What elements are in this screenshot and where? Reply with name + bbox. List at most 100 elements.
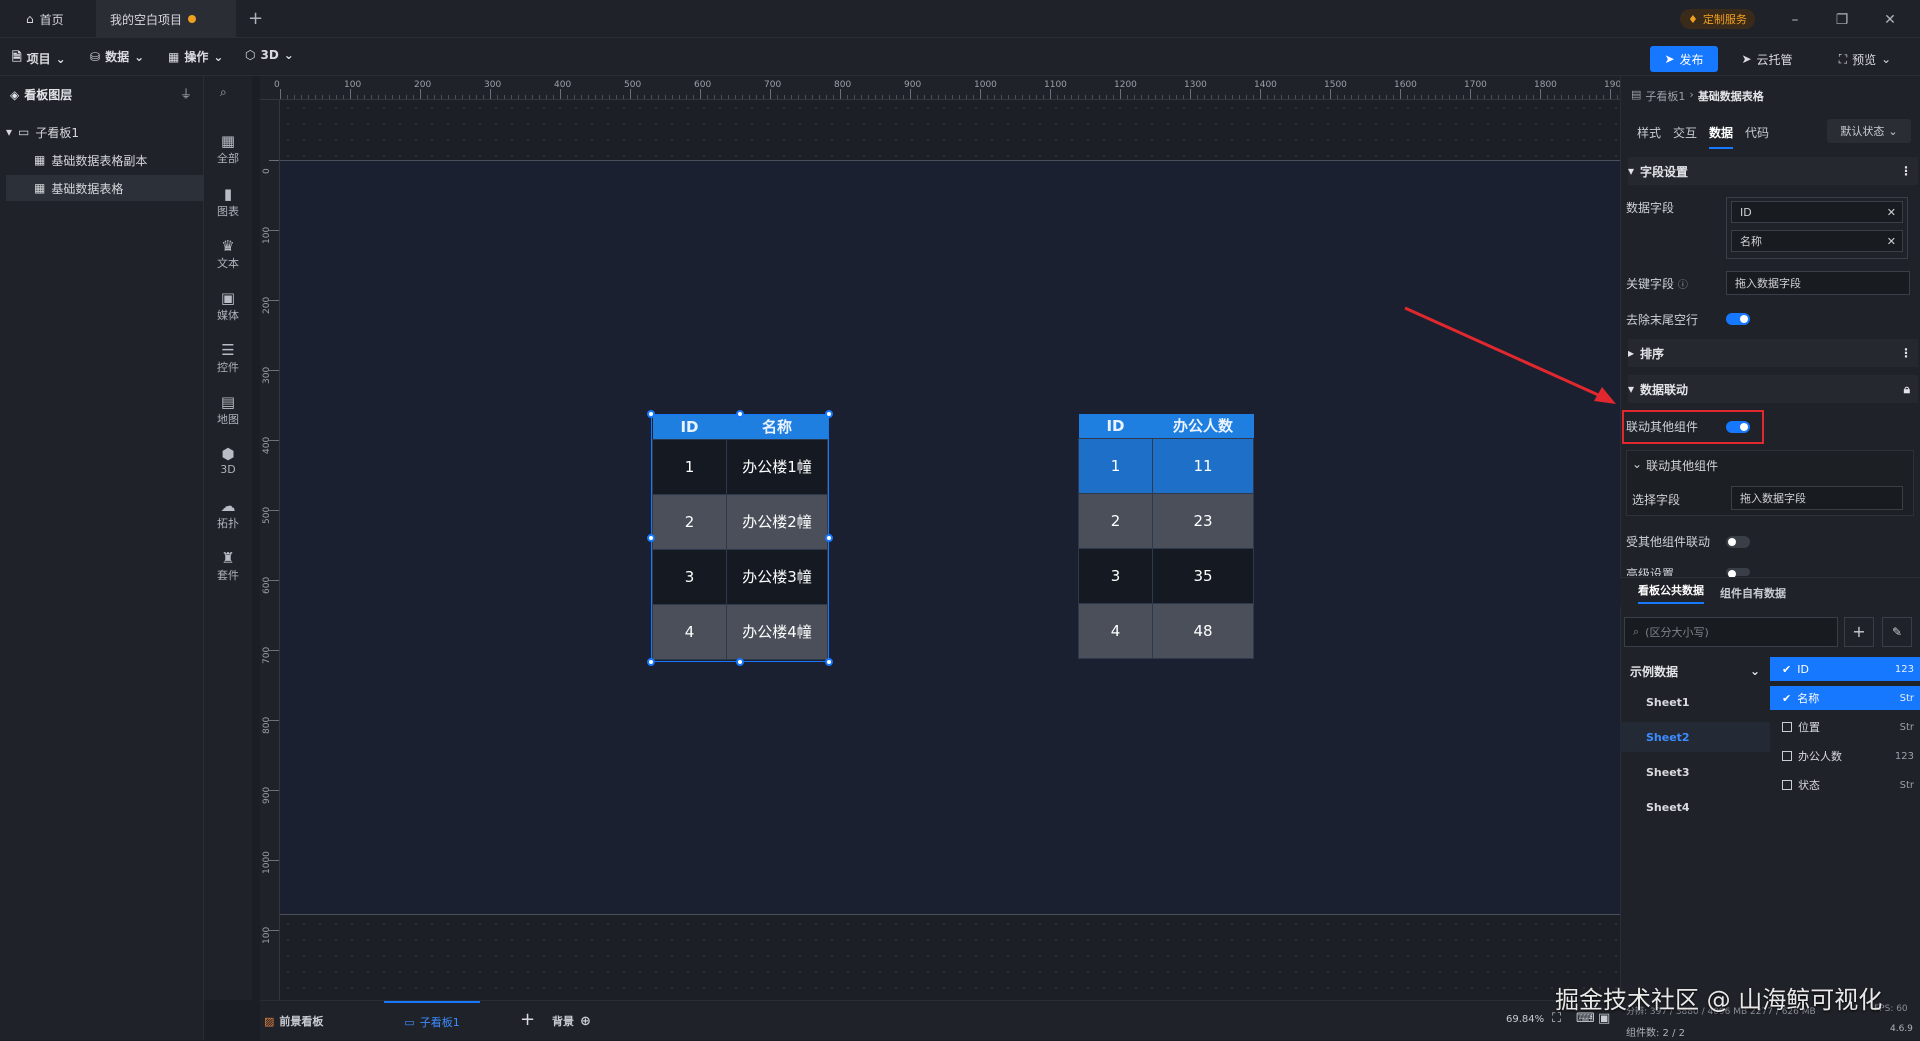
ruler-minor-tick bbox=[371, 95, 372, 99]
component-chart[interactable]: ▮ 图表 bbox=[204, 185, 252, 219]
layer-item-selected[interactable]: ▦ 基础数据表格 bbox=[6, 175, 204, 201]
link-other-sub-header[interactable]: ⌄ 联动其他组件 bbox=[1632, 457, 1718, 474]
sheet-item[interactable]: Sheet4 bbox=[1620, 792, 1770, 822]
link-other-toggle[interactable] bbox=[1726, 421, 1750, 433]
select-field-label: 选择字段 bbox=[1632, 493, 1681, 507]
sheet-item[interactable]: Sheet3 bbox=[1620, 757, 1770, 787]
layer-item[interactable]: ▦ 基础数据表格副本 bbox=[6, 147, 204, 173]
close-icon[interactable]: ✕ bbox=[1887, 206, 1896, 219]
tab-interaction[interactable]: 交互 bbox=[1673, 124, 1697, 149]
component-all[interactable]: ▦ 全部 bbox=[204, 132, 252, 166]
component-media[interactable]: ▣ 媒体 bbox=[204, 289, 252, 323]
menu-operate[interactable]: ▦ 操作 ⌄ bbox=[168, 48, 223, 65]
ruler-tick-label: 800 bbox=[262, 716, 272, 734]
edit-icon[interactable]: ✎ bbox=[1882, 617, 1912, 647]
restore-icon[interactable]: ❐ bbox=[1832, 10, 1852, 30]
foreground-board-button[interactable]: ▨ 前景看板 bbox=[264, 1013, 323, 1029]
advanced-toggle[interactable] bbox=[1726, 568, 1750, 578]
tab-home[interactable]: ⌂ 首页 bbox=[12, 0, 96, 38]
menu-3d[interactable]: ⬡ 3D ⌄ bbox=[245, 48, 294, 62]
section-sort[interactable]: ▸ 排序 ⋮ bbox=[1628, 339, 1918, 367]
resize-handle[interactable] bbox=[736, 658, 744, 666]
ruler-minor-tick bbox=[1372, 95, 1373, 99]
breadcrumb-parent[interactable]: 子看板1 bbox=[1645, 88, 1685, 104]
tab-board[interactable]: ▭ 子看板1 bbox=[384, 1001, 480, 1041]
component-map[interactable]: ▤ 地图 bbox=[204, 393, 252, 427]
tab-board-data[interactable]: 看板公共数据 bbox=[1638, 582, 1704, 604]
help-icon[interactable]: ⓘ bbox=[1678, 280, 1688, 291]
section-field-settings[interactable]: ▾ 字段设置 ⋮ bbox=[1628, 157, 1918, 185]
component-kit[interactable]: ♜ 套件 bbox=[204, 549, 252, 583]
tab-style[interactable]: 样式 bbox=[1637, 124, 1661, 149]
resize-handle[interactable] bbox=[647, 658, 655, 666]
filter-icon[interactable]: ⏚ bbox=[180, 85, 192, 102]
menu-project[interactable]: 🗎 项目 ⌄ bbox=[12, 48, 66, 69]
table-component[interactable]: ID 办公人数 1 11 2 23 3 35 4 48 bbox=[1078, 414, 1256, 662]
component-bar: ⌕ ▦ 全部 ▮ 图表 ♛ 文本 ▣ 媒体 ☰ 控件 ▤ 地图 ⬢ 3D ☁ 拓扑 ♜ 套件 bbox=[204, 76, 252, 1000]
add-icon[interactable]: + bbox=[1844, 617, 1874, 647]
minimize-icon[interactable]: – bbox=[1785, 10, 1805, 30]
component-control[interactable]: ☰ 控件 bbox=[204, 341, 252, 375]
ruler-minor-tick bbox=[315, 95, 316, 99]
resize-handle[interactable] bbox=[647, 534, 655, 542]
ruler-minor-tick bbox=[728, 95, 729, 99]
dataset-select[interactable]: 示例数据 ⌄ bbox=[1620, 656, 1770, 686]
sheet-item-selected[interactable]: Sheet2 bbox=[1620, 722, 1770, 752]
receive-link-toggle[interactable] bbox=[1726, 536, 1750, 548]
sheet-item[interactable]: Sheet1 bbox=[1620, 687, 1770, 717]
resize-handle[interactable] bbox=[825, 658, 833, 666]
shirt-icon: ♜ bbox=[221, 549, 235, 567]
resize-handle[interactable] bbox=[647, 410, 655, 418]
ruler-minor-tick bbox=[448, 95, 449, 99]
tab-data[interactable]: 数据 bbox=[1709, 124, 1734, 149]
menu-data[interactable]: ⛁ 数据 ⌄ bbox=[90, 48, 144, 65]
field-item[interactable]: 状态 Str bbox=[1770, 773, 1920, 797]
publish-button[interactable]: ➤ 发布 bbox=[1650, 46, 1718, 72]
data-search-input[interactable]: ⌕ (区分大小写) bbox=[1624, 617, 1838, 647]
component-text[interactable]: ♛ 文本 bbox=[204, 237, 252, 271]
cloud-host-button[interactable]: ➤ 云托管 bbox=[1730, 46, 1804, 72]
search-icon[interactable]: ⌕ bbox=[220, 85, 227, 100]
more-icon[interactable]: ⋮ bbox=[1900, 346, 1912, 360]
background-button[interactable]: 背景 ⊕ bbox=[552, 1013, 591, 1029]
layer-board[interactable]: ▾ ▭ 子看板1 bbox=[6, 119, 204, 145]
lock-icon[interactable]: 🔒︎ bbox=[1904, 382, 1910, 397]
send-icon: ➤ bbox=[1741, 52, 1752, 66]
add-board-button[interactable]: + bbox=[520, 1009, 535, 1030]
ruler-minor-tick bbox=[994, 95, 995, 99]
tab-component-data[interactable]: 组件自有数据 bbox=[1720, 585, 1786, 601]
key-field-input[interactable]: 拖入数据字段 bbox=[1726, 271, 1910, 295]
table-component-selected[interactable]: ID 名称 1 办公楼1幢 2 办公楼2幢 3 办公楼3幢 4 办公楼4幢 bbox=[651, 414, 829, 662]
property-tabs: 样式 交互 数据 代码 bbox=[1637, 124, 1769, 149]
title-bar: ⌂ 首页 我的空白项目 + ♦ 定制服务 – ❐ ✕ bbox=[0, 0, 1920, 38]
resize-handle[interactable] bbox=[736, 410, 744, 418]
field-item-checked[interactable]: ✔ ID 123 bbox=[1770, 657, 1920, 681]
close-icon[interactable]: ✕ bbox=[1880, 10, 1900, 30]
table-cell: 2 bbox=[1078, 492, 1153, 549]
select-field-input[interactable]: 拖入数据字段 bbox=[1731, 486, 1903, 510]
resize-handle[interactable] bbox=[825, 410, 833, 418]
tab-code[interactable]: 代码 bbox=[1745, 124, 1769, 149]
ruler-minor-tick bbox=[1239, 95, 1240, 99]
component-label: 控件 bbox=[217, 361, 239, 374]
more-icon[interactable]: ⋮ bbox=[1900, 164, 1912, 178]
zoom-level[interactable]: 69.84% bbox=[1506, 1014, 1544, 1025]
add-tab-button[interactable]: + bbox=[248, 8, 263, 29]
component-topology[interactable]: ☁ 拓扑 bbox=[204, 497, 252, 531]
state-select[interactable]: 默认状态 ⌄ bbox=[1827, 119, 1911, 143]
ruler-minor-tick bbox=[854, 95, 855, 99]
monitor-icon: ▭ bbox=[18, 125, 30, 139]
section-data-linkage[interactable]: ▾ 数据联动 🔒︎ bbox=[1628, 375, 1918, 403]
custom-service-button[interactable]: ♦ 定制服务 bbox=[1680, 9, 1755, 29]
resize-handle[interactable] bbox=[825, 534, 833, 542]
ruler-tick-label: 100 bbox=[262, 926, 272, 944]
field-item[interactable]: 办公人数 123 bbox=[1770, 744, 1920, 768]
field-item[interactable]: 位置 Str bbox=[1770, 715, 1920, 739]
component-3d[interactable]: ⬢ 3D bbox=[204, 445, 252, 476]
remove-trailing-toggle[interactable] bbox=[1726, 313, 1750, 325]
preview-button[interactable]: ⛶ 预览 ⌄ bbox=[1820, 46, 1910, 72]
tab-project[interactable]: 我的空白项目 bbox=[96, 0, 236, 38]
dashboard-board[interactable] bbox=[280, 160, 1620, 915]
close-icon[interactable]: ✕ bbox=[1887, 235, 1896, 248]
field-item-checked[interactable]: ✔ 名称 Str bbox=[1770, 686, 1920, 710]
